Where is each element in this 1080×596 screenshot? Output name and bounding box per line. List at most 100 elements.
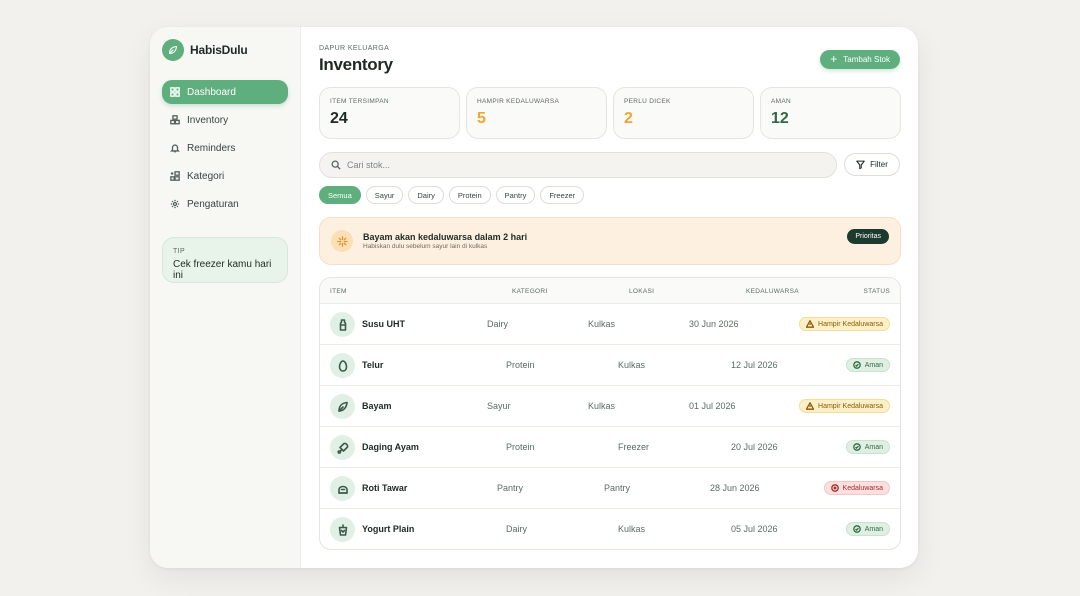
- status-badge: Kedaluwarsa: [823, 481, 890, 495]
- item-kedaluwarsa: 20 Jul 2026: [731, 442, 778, 452]
- item-name: Roti Tawar: [362, 483, 408, 493]
- status-badge: Aman: [845, 440, 890, 454]
- stat-label: ITEM TERSIMPAN: [330, 98, 389, 105]
- item-kedaluwarsa: 28 Jun 2026: [710, 483, 760, 493]
- status-badge: Aman: [845, 358, 890, 372]
- item-name: Daging Ayam: [362, 442, 419, 452]
- priority-button[interactable]: Prioritas: [847, 229, 889, 244]
- milk-icon: [330, 312, 355, 337]
- stat-value: 5: [477, 110, 486, 127]
- item-kedaluwarsa: 05 Jul 2026: [731, 524, 778, 534]
- sidebar-item-label: Dashboard: [187, 86, 236, 98]
- drumstick-icon: [330, 435, 355, 460]
- column-header-kedaluwarsa[interactable]: KEDALUWARSA: [746, 288, 799, 295]
- add-stock-button[interactable]: + Tambah Stok: [820, 50, 900, 69]
- brand[interactable]: HabisDulu: [162, 39, 248, 61]
- plus-icon: +: [830, 52, 838, 66]
- chip-dairy[interactable]: Dairy: [408, 186, 444, 204]
- category-chips: Semua Sayur Dairy Protein Pantry Freezer: [319, 186, 585, 204]
- item-kedaluwarsa: 12 Jul 2026: [731, 360, 778, 370]
- item-lokasi: Kulkas: [618, 524, 646, 534]
- stat-value: 2: [624, 110, 633, 127]
- item-lokasi: Freezer: [618, 442, 650, 452]
- table-row[interactable]: Telur Protein Kulkas 12 Jul 2026 Aman: [320, 345, 900, 386]
- stat-label: HAMPIR KEDALUWARSA: [477, 98, 560, 105]
- warning-icon: [806, 320, 815, 328]
- item-kedaluwarsa: 01 Jul 2026: [689, 401, 736, 411]
- column-header-item[interactable]: ITEM: [330, 288, 347, 295]
- status-badge: Hampir Kedaluwarsa: [799, 317, 890, 331]
- stat-card-expiring[interactable]: HAMPIR KEDALUWARSA 5: [466, 87, 607, 139]
- item-kategori: Dairy: [487, 319, 509, 329]
- table-row[interactable]: Yogurt Plain Dairy Kulkas 05 Jul 2026 Am…: [320, 509, 900, 549]
- sidebar-item-label: Kategori: [187, 170, 225, 182]
- stat-value: 24: [330, 110, 348, 127]
- brand-name: HabisDulu: [190, 43, 248, 57]
- gear-icon: [170, 199, 180, 209]
- stat-card-safe[interactable]: AMAN 12: [760, 87, 901, 139]
- alert-text: Bayam akan kedaluwarsa dalam 2 hari Habi…: [363, 232, 527, 250]
- check-circle-icon: [852, 525, 861, 533]
- chip-pantry[interactable]: Pantry: [495, 186, 536, 204]
- cup-icon: [330, 517, 355, 542]
- search-input[interactable]: [347, 160, 807, 170]
- check-circle-icon: [852, 361, 861, 369]
- chip-freezer[interactable]: Freezer: [540, 186, 585, 204]
- column-header-kategori[interactable]: KATEGORI: [512, 288, 548, 295]
- sidebar-item-pengaturan[interactable]: Pengaturan: [162, 192, 288, 216]
- filter-button[interactable]: Filter: [844, 153, 900, 176]
- warning-icon: [806, 402, 815, 410]
- table-row[interactable]: Bayam Sayur Kulkas 01 Jul 2026 Hampir Ke…: [320, 386, 900, 427]
- alert-title: Bayam akan kedaluwarsa dalam 2 hari: [363, 232, 528, 242]
- item-kategori: Protein: [506, 442, 535, 452]
- item-lokasi: Kulkas: [588, 319, 616, 329]
- dashboard-icon: [170, 87, 180, 97]
- search-bar[interactable]: [319, 152, 837, 178]
- stat-value: 12: [771, 110, 789, 127]
- sidebar-item-label: Pengaturan: [187, 198, 239, 210]
- sparkle-icon: [331, 230, 353, 252]
- stat-label: AMAN: [771, 98, 791, 105]
- leaf-logo-icon: [162, 39, 184, 61]
- stat-card-stored[interactable]: ITEM TERSIMPAN 24: [319, 87, 460, 139]
- page-title: Inventory: [319, 55, 393, 74]
- item-kategori: Dairy: [506, 524, 528, 534]
- column-header-status[interactable]: STATUS: [864, 288, 890, 295]
- status-badge: Aman: [845, 522, 890, 536]
- boxes-icon: [170, 115, 180, 125]
- item-name: Bayam: [362, 401, 392, 411]
- sidebar-item-kategori[interactable]: Kategori: [162, 164, 288, 188]
- item-kedaluwarsa: 30 Jun 2026: [689, 319, 739, 329]
- table-row[interactable]: Roti Tawar Pantry Pantry 28 Jun 2026 Ked…: [320, 468, 900, 509]
- chip-semua[interactable]: Semua: [319, 186, 361, 204]
- table-header: ITEM KATEGORI LOKASI KEDALUWARSA STATUS: [320, 278, 900, 304]
- chip-sayur[interactable]: Sayur: [365, 186, 404, 204]
- app-window: HabisDulu Dashboard Inventory Reminders …: [150, 27, 918, 568]
- add-stock-label: Tambah Stok: [843, 55, 890, 64]
- table-row[interactable]: Daging Ayam Protein Freezer 20 Jul 2026 …: [320, 427, 900, 468]
- status-label: Aman: [864, 525, 883, 533]
- tip-card[interactable]: TIP Cek freezer kamu hari ini: [162, 237, 288, 283]
- filter-label: Filter: [870, 160, 888, 169]
- check-circle-icon: [852, 443, 861, 451]
- egg-icon: [330, 353, 355, 378]
- inventory-table: ITEM KATEGORI LOKASI KEDALUWARSA STATUS …: [319, 277, 901, 550]
- sidebar-item-reminders[interactable]: Reminders: [162, 136, 288, 160]
- item-lokasi: Kulkas: [618, 360, 646, 370]
- page-eyebrow: DAPUR KELUARGA: [319, 45, 390, 52]
- stat-label: PERLU DICEK: [624, 98, 671, 105]
- item-lokasi: Kulkas: [588, 401, 616, 411]
- stat-card-check[interactable]: PERLU DICEK 2: [613, 87, 754, 139]
- item-kategori: Sayur: [487, 401, 511, 411]
- status-badge: Hampir Kedaluwarsa: [799, 399, 890, 413]
- x-circle-icon: [830, 484, 839, 492]
- table-row[interactable]: Susu UHT Dairy Kulkas 30 Jun 2026 Hampir…: [320, 304, 900, 345]
- sidebar-item-dashboard[interactable]: Dashboard: [162, 80, 288, 104]
- sidebar-item-inventory[interactable]: Inventory: [162, 108, 288, 132]
- sidebar: HabisDulu Dashboard Inventory Reminders …: [150, 27, 301, 568]
- expiry-alert: Bayam akan kedaluwarsa dalam 2 hari Habi…: [319, 217, 901, 265]
- item-name: Yogurt Plain: [362, 524, 415, 534]
- item-kategori: Protein: [506, 360, 535, 370]
- column-header-lokasi[interactable]: LOKASI: [629, 288, 654, 295]
- chip-protein[interactable]: Protein: [448, 186, 491, 204]
